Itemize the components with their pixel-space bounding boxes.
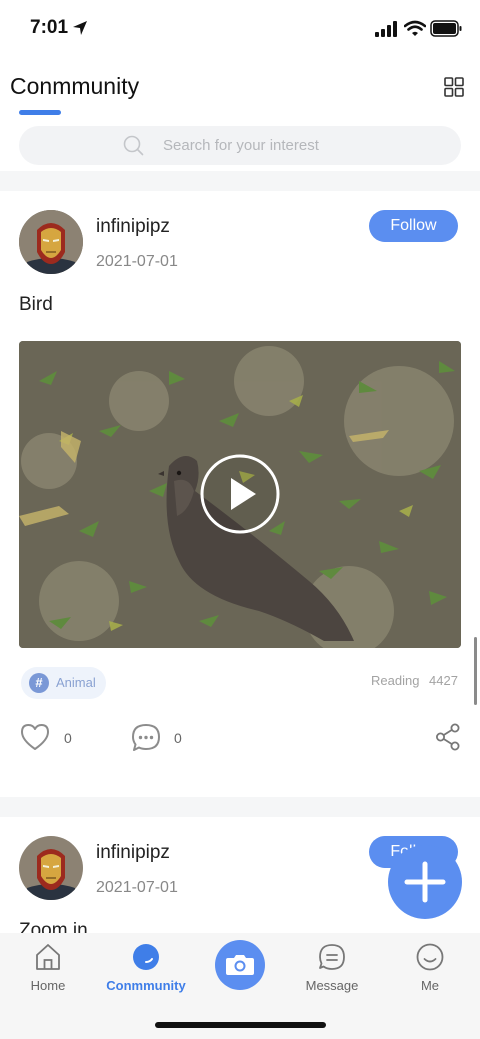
like-count: 0	[64, 730, 72, 746]
username[interactable]: infinipipz	[96, 842, 170, 864]
username[interactable]: infinipipz	[96, 216, 170, 238]
tab-label: Home	[30, 978, 66, 993]
tag-chip[interactable]: # Animal	[21, 667, 106, 699]
community-icon	[133, 944, 159, 970]
status-bar: 7:01	[0, 0, 480, 60]
camera-button[interactable]	[215, 940, 265, 990]
location-arrow-icon	[73, 21, 87, 35]
status-time: 7:01	[30, 17, 69, 38]
page-title: Conmmunity	[10, 73, 140, 99]
title-underline	[19, 110, 61, 115]
search-input[interactable]: Search for your interest	[19, 126, 461, 165]
comment-icon[interactable]	[131, 723, 161, 753]
feed-separator	[0, 797, 480, 817]
smile-icon	[416, 943, 444, 971]
avatar[interactable]	[19, 836, 83, 900]
tab-label: Conmmunity	[106, 978, 186, 993]
message-icon	[319, 944, 345, 970]
comment-count: 0	[174, 730, 182, 746]
tag-label: Animal	[56, 675, 96, 690]
post-text: Bird	[19, 294, 53, 315]
post-text: Zoom in	[19, 920, 88, 933]
follow-button[interactable]: Follow	[369, 210, 458, 242]
add-post-button[interactable]	[388, 845, 462, 919]
scroll-indicator[interactable]	[474, 637, 477, 705]
grid-view-icon[interactable]	[444, 77, 464, 97]
reading-count: 4427	[429, 673, 458, 688]
home-icon	[36, 944, 60, 970]
tab-home[interactable]: Home	[0, 933, 96, 1003]
search-placeholder: Search for your interest	[163, 137, 319, 154]
post-date: 2021-07-01	[96, 253, 178, 270]
home-indicator	[155, 1022, 326, 1028]
heart-icon[interactable]	[20, 723, 50, 751]
tab-message[interactable]: Message	[284, 933, 380, 1003]
camera-icon	[226, 955, 254, 975]
wifi-icon	[404, 20, 426, 36]
ironman-avatar-image	[19, 836, 83, 900]
hashtag-icon: #	[29, 673, 49, 693]
tab-label: Message	[305, 978, 359, 993]
search-icon	[123, 135, 144, 156]
avatar[interactable]	[19, 210, 83, 274]
feed-separator	[0, 171, 480, 191]
cellular-signal-icon	[375, 21, 397, 37]
tab-label: Me	[420, 978, 440, 993]
battery-icon	[430, 20, 462, 37]
play-icon[interactable]	[200, 454, 280, 534]
plus-icon	[404, 861, 446, 903]
reading-label: Reading	[371, 673, 420, 688]
header: Conmmunity	[0, 60, 480, 120]
share-icon[interactable]	[435, 723, 461, 751]
tab-community[interactable]: Conmmunity	[98, 933, 194, 1003]
post-date: 2021-07-01	[96, 879, 178, 896]
tab-me[interactable]: Me	[382, 933, 478, 1003]
ironman-avatar-image	[19, 210, 83, 274]
